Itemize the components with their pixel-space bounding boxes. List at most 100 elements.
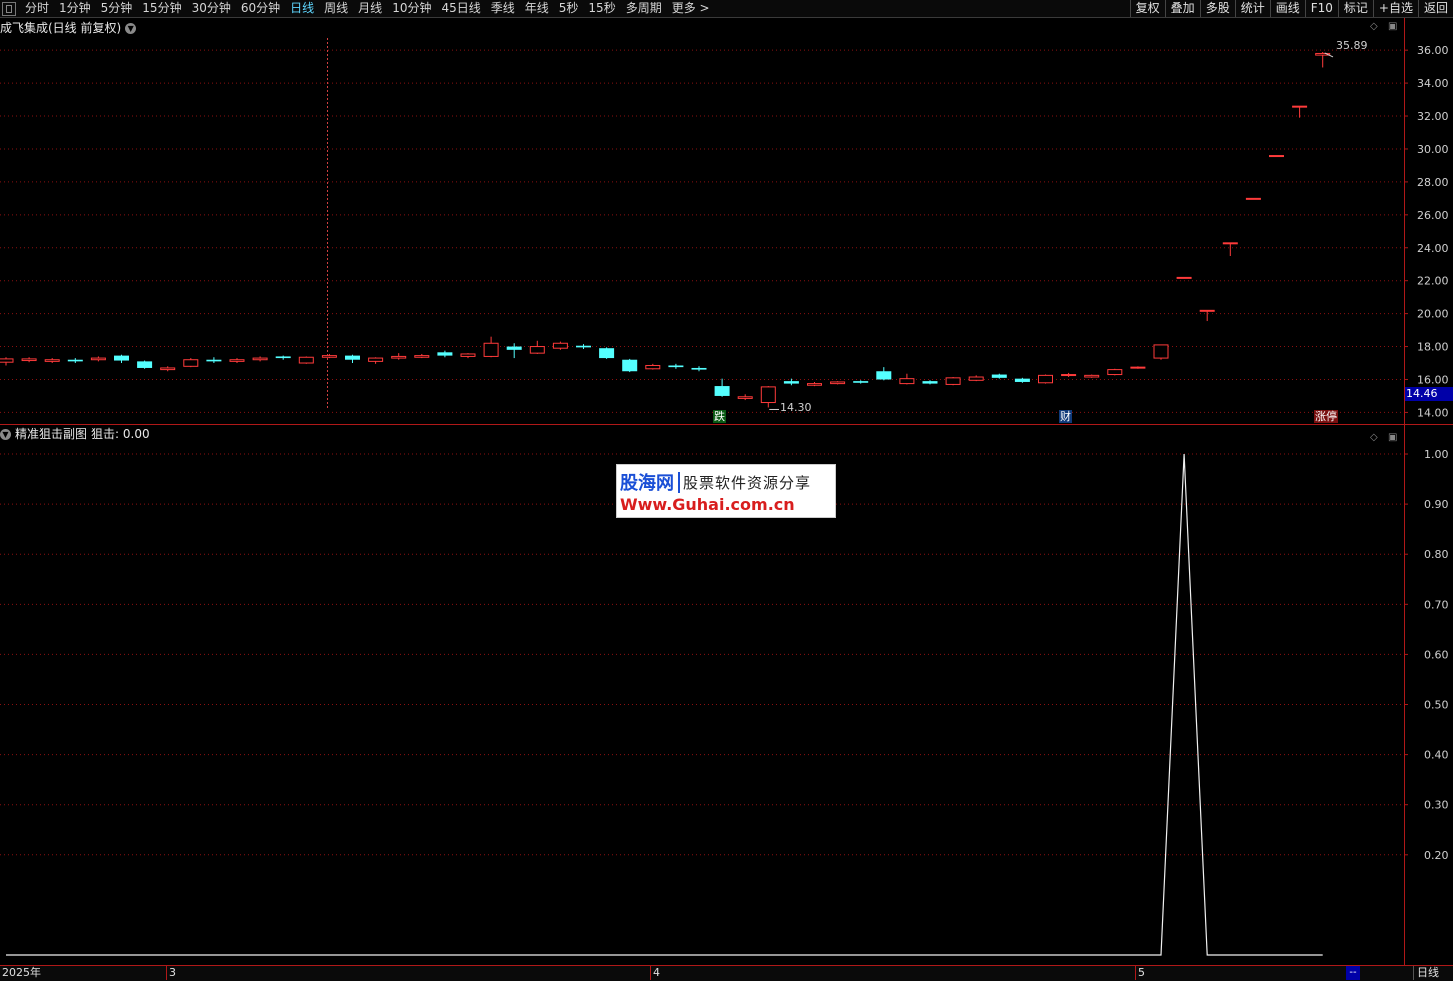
- candle-body: [392, 356, 406, 358]
- candle: [345, 355, 360, 363]
- candle: [137, 361, 152, 369]
- candle: [299, 356, 313, 363]
- candle-body: [369, 358, 383, 361]
- candle-body: [876, 371, 891, 379]
- candle: [853, 380, 868, 383]
- candle-body: [91, 358, 105, 360]
- candles: [0, 52, 1333, 409]
- candle-body: [322, 356, 336, 358]
- current-price-tag: 14.46: [1405, 387, 1453, 401]
- scroll-indicator[interactable]: --: [1346, 966, 1360, 980]
- annotations: 35.89 14.30: [780, 39, 1368, 414]
- month-tick: [650, 966, 651, 980]
- candle-body: [1039, 375, 1053, 382]
- date-label: 2025年: [2, 966, 41, 980]
- indicator-axis-label: 0.50: [1424, 699, 1449, 712]
- candle: [484, 337, 498, 358]
- candle-body: [784, 381, 799, 383]
- candle-body: [206, 360, 221, 362]
- candle: [206, 357, 221, 363]
- candle: [1154, 345, 1168, 360]
- candle: [184, 358, 198, 367]
- candle: [507, 343, 522, 358]
- price-axis-label: 14.00: [1417, 406, 1449, 419]
- candle: [553, 342, 567, 350]
- candle-body: [692, 368, 707, 370]
- candle-body: [345, 356, 360, 360]
- candle-body: [230, 360, 244, 362]
- price-axis-label: 20.00: [1417, 308, 1449, 321]
- watermark-slogan: 股票软件资源分享: [678, 472, 811, 493]
- price-axis-label: 34.00: [1417, 77, 1449, 90]
- candle-body: [1246, 198, 1260, 199]
- candle: [969, 375, 983, 381]
- candle-body: [622, 360, 637, 372]
- candle: [276, 356, 291, 360]
- candle-body: [1223, 243, 1237, 244]
- candle: [761, 386, 775, 407]
- price-axis-label: 22.00: [1417, 275, 1449, 288]
- candle-body: [1154, 345, 1168, 358]
- date-label: 5: [1138, 966, 1145, 980]
- grid-lines: [0, 38, 1404, 855]
- candle: [831, 381, 845, 384]
- candle-body: [530, 347, 544, 354]
- candle-body: [761, 387, 775, 403]
- candle-body: [461, 354, 475, 356]
- candle-body: [137, 361, 152, 368]
- limit-up-badge[interactable]: 涨停: [1314, 410, 1338, 423]
- candle: [230, 358, 244, 363]
- candle-body: [114, 356, 129, 361]
- candle: [900, 374, 914, 385]
- indicator-axis-label: 0.60: [1424, 648, 1449, 661]
- candle: [461, 353, 475, 358]
- candle: [45, 358, 59, 363]
- candle-body: [576, 346, 591, 348]
- high-price-label: 35.89: [1336, 39, 1368, 52]
- candle: [923, 380, 938, 384]
- watermark-url: Www.Guhai.com.cn: [620, 495, 795, 514]
- candle: [1131, 366, 1145, 368]
- price-axis-label: 16.00: [1417, 373, 1449, 386]
- candle-body: [900, 379, 914, 384]
- candle: [415, 354, 429, 358]
- candle-body: [1293, 106, 1307, 107]
- candle-body: [969, 377, 983, 380]
- candle: [1039, 375, 1053, 384]
- candle-body: [646, 365, 660, 368]
- candle: [668, 364, 683, 369]
- candle: [946, 377, 960, 385]
- candle-body: [853, 381, 868, 383]
- candle-body: [1015, 379, 1030, 382]
- candle-body: [484, 343, 498, 356]
- candle: [1015, 378, 1030, 383]
- candle-body: [1200, 310, 1214, 311]
- indicator-axis-label: 0.70: [1424, 598, 1449, 611]
- period-label[interactable]: 日线: [1413, 966, 1453, 980]
- candle-body: [831, 382, 845, 384]
- finance-badge[interactable]: 财: [1059, 410, 1072, 423]
- candle-body: [276, 356, 291, 358]
- candle-body: [415, 356, 429, 358]
- date-axis-bar: [0, 965, 1453, 981]
- candle-body: [992, 375, 1007, 378]
- candle: [0, 357, 13, 365]
- candle: [1177, 277, 1191, 278]
- candle-body: [45, 360, 59, 362]
- indicator-axis-label: 0.30: [1424, 799, 1449, 812]
- month-tick: [166, 966, 167, 980]
- candle: [322, 354, 336, 358]
- candle: [622, 359, 637, 372]
- candle: [876, 367, 891, 380]
- candle-body: [253, 358, 267, 360]
- price-axis-label: 32.00: [1417, 110, 1449, 123]
- candle-body: [715, 386, 730, 396]
- candle: [715, 379, 730, 397]
- fall-badge[interactable]: 跌: [713, 410, 726, 423]
- candle-body: [946, 378, 960, 385]
- candle-body: [1131, 367, 1145, 368]
- candle: [576, 344, 591, 349]
- candle: [992, 374, 1007, 379]
- candle: [1085, 375, 1099, 378]
- price-axis-label: 36.00: [1417, 44, 1449, 57]
